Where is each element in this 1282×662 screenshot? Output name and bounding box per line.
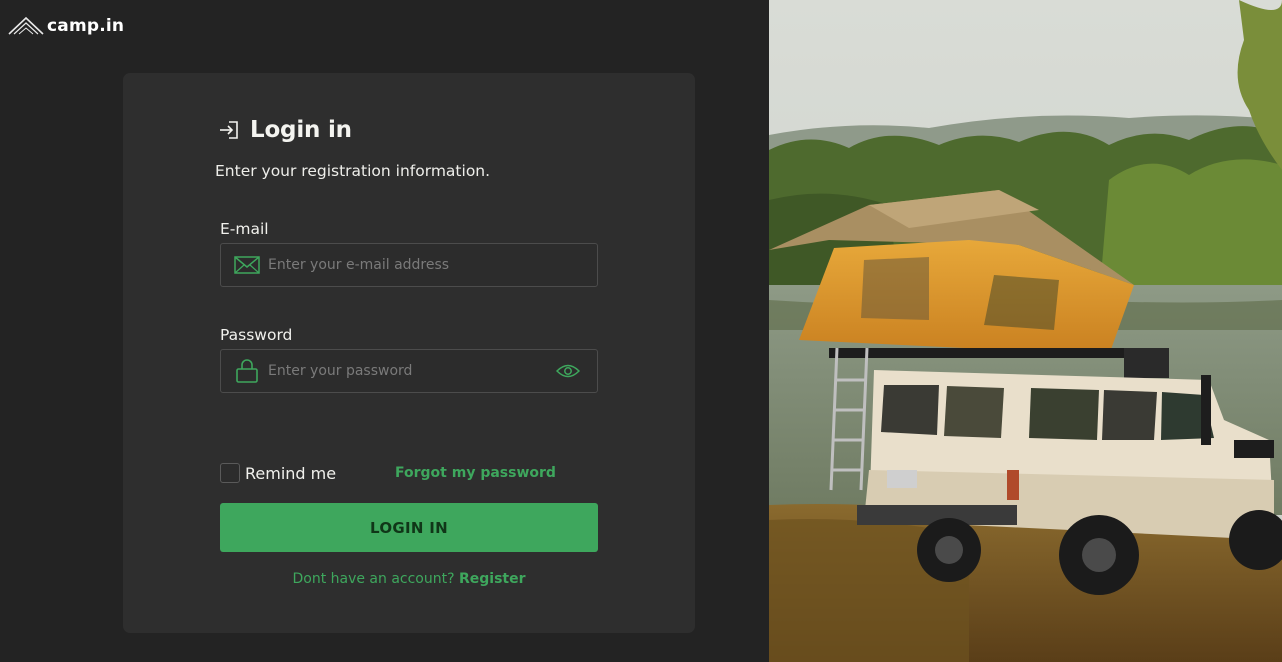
remember-me[interactable]: Remind me xyxy=(220,463,336,483)
login-arrow-icon xyxy=(220,121,238,139)
login-panel: camp.in Login in Enter your registration… xyxy=(0,0,769,662)
login-button[interactable]: LOGIN IN xyxy=(220,503,598,552)
register-link[interactable]: Register xyxy=(459,571,526,587)
register-row: Dont have an account? Register xyxy=(220,571,598,587)
rooftop-tent-suv-by-lake-photo xyxy=(769,0,1282,662)
password-input[interactable] xyxy=(268,350,555,392)
hero-image xyxy=(769,0,1282,662)
mail-icon xyxy=(234,252,260,278)
email-field-wrapper xyxy=(220,243,598,287)
email-input[interactable] xyxy=(268,244,597,286)
lock-icon xyxy=(234,358,260,384)
eye-icon[interactable] xyxy=(555,358,581,384)
login-card: Login in Enter your registration informa… xyxy=(123,73,695,633)
password-label: Password xyxy=(220,326,293,344)
register-prompt: Dont have an account? xyxy=(292,571,455,587)
brand-name: camp.in xyxy=(47,16,125,36)
remember-label: Remind me xyxy=(245,463,337,483)
tent-logo-icon xyxy=(8,16,44,35)
login-heading: Login in xyxy=(218,117,352,143)
remember-checkbox[interactable] xyxy=(220,463,240,483)
password-field-wrapper xyxy=(220,349,598,393)
brand-logo[interactable]: camp.in xyxy=(7,14,124,38)
forgot-password-link[interactable]: Forgot my password xyxy=(395,465,556,481)
page-title: Login in xyxy=(250,117,352,143)
email-label: E-mail xyxy=(220,220,269,238)
page-subtitle: Enter your registration information. xyxy=(215,162,491,180)
